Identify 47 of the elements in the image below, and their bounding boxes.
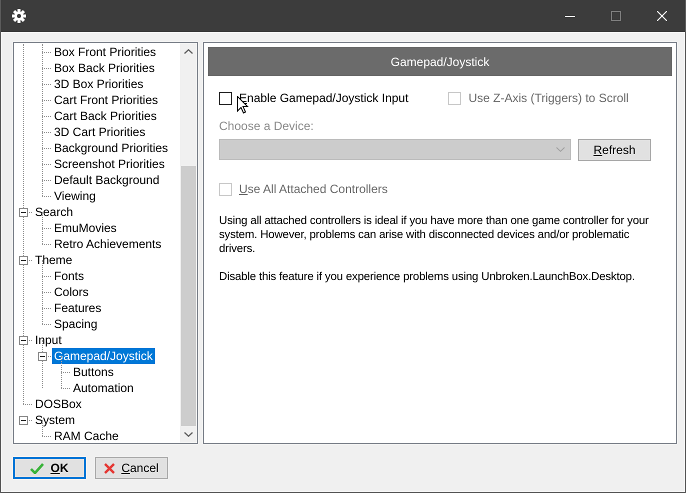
collapse-icon[interactable] (19, 336, 28, 345)
gear-icon (12, 9, 26, 23)
scroll-up-icon[interactable] (184, 49, 193, 54)
tree-item[interactable]: 3D Cart Priorities (52, 124, 148, 140)
tree-item[interactable]: Box Back Priorities (52, 60, 157, 76)
tree-item[interactable]: 3D Box Priorities (52, 76, 146, 92)
scroll-down-icon[interactable] (184, 432, 193, 437)
tree-item[interactable]: EmuMovies (52, 220, 119, 236)
tree-item[interactable]: Features (52, 300, 104, 316)
tree-item[interactable]: System (33, 412, 78, 428)
tree-item[interactable]: Spacing (52, 316, 100, 332)
tree-item[interactable]: Buttons (71, 364, 116, 380)
checkmark-icon (30, 462, 44, 474)
description-text: Using all attached controllers is ideal if you have more than one game controller for your system. However, problems can arise with disconnected devices and/or problematic drivers. (219, 214, 650, 256)
panel-header: Gamepad/Joystick (208, 47, 672, 76)
close-icon[interactable] (657, 11, 667, 21)
tree-item[interactable]: Viewing (52, 188, 98, 204)
tree-item[interactable]: Cart Back Priorities (52, 108, 159, 124)
tree-item[interactable]: Default Background (52, 172, 162, 188)
tree-item[interactable]: Background Priorities (52, 140, 170, 156)
checkbox[interactable] (219, 92, 232, 104)
description-text: Disable this feature if you experience problems using Unbroken.LaunchBox.Desktop. (219, 270, 636, 284)
tree-item[interactable]: Colors (52, 284, 91, 300)
chevron-down-icon (556, 147, 565, 152)
tree-item[interactable]: Box Front Priorities (52, 44, 158, 60)
ok-button[interactable]: OK (13, 457, 86, 479)
tree-item[interactable]: Theme (33, 252, 74, 268)
refresh-button[interactable]: Refresh (578, 139, 651, 161)
tree-item[interactable]: Search (33, 204, 76, 220)
collapse-icon[interactable] (19, 416, 28, 425)
collapse-icon[interactable] (38, 352, 47, 361)
tree-item[interactable]: Input (33, 332, 64, 348)
tree-item[interactable]: DOSBox (33, 396, 84, 412)
collapse-icon[interactable] (19, 256, 28, 265)
scrollbar-thumb[interactable] (181, 166, 196, 426)
tree-item[interactable]: RAM Cache (52, 428, 121, 443)
tree-item[interactable]: Automation (71, 380, 136, 396)
cross-icon (104, 462, 116, 474)
collapse-icon[interactable] (19, 208, 28, 217)
tree-item[interactable]: Gamepad/Joystick (52, 348, 155, 364)
tree-item[interactable]: Fonts (52, 268, 86, 284)
tree-item[interactable]: Cart Front Priorities (52, 92, 160, 108)
device-label: Choose a Device: (219, 119, 315, 133)
scrollbar[interactable] (180, 43, 197, 443)
tree-item[interactable]: Retro Achievements (52, 236, 164, 252)
tree-item[interactable]: Screenshot Priorities (52, 156, 167, 172)
cancel-button[interactable]: Cancel (95, 457, 168, 479)
